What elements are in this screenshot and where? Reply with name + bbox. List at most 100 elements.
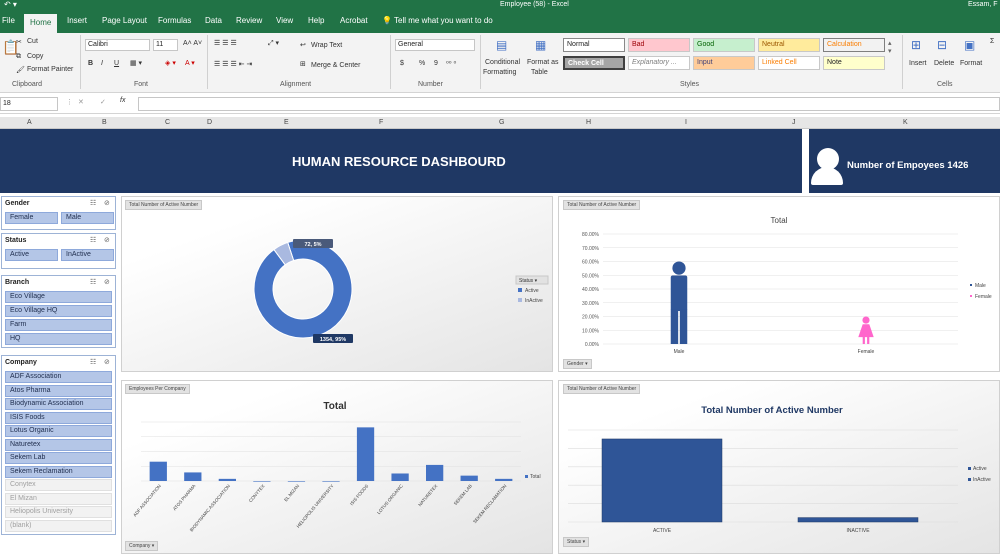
slicer-item-company[interactable]: Biodynamic Association bbox=[5, 398, 112, 410]
underline-button[interactable]: U bbox=[114, 60, 119, 67]
style-check-cell[interactable]: Check Cell bbox=[563, 56, 625, 70]
clear-filter-icon[interactable]: ⊘ bbox=[104, 278, 110, 286]
slicer-item-eco-village[interactable]: Eco Village bbox=[5, 291, 112, 303]
col-e[interactable]: E bbox=[284, 119, 289, 126]
col-i[interactable]: I bbox=[685, 119, 687, 126]
tell-me-search[interactable]: Tell me what you want to do bbox=[394, 16, 493, 25]
slicer-item-company[interactable]: Sekem Reclamation bbox=[5, 465, 112, 478]
slicer-item-company[interactable]: Heliopolis University bbox=[5, 506, 112, 518]
status-filter-button[interactable]: Status ▾ bbox=[563, 537, 590, 547]
col-f[interactable]: F bbox=[379, 119, 383, 126]
col-b[interactable]: B bbox=[102, 119, 107, 126]
merge-center-button[interactable]: Merge & Center bbox=[311, 62, 360, 69]
col-d[interactable]: D bbox=[207, 119, 212, 126]
tab-help[interactable]: Help bbox=[308, 16, 324, 25]
insert-cells-button[interactable]: Insert bbox=[909, 60, 927, 67]
slicer-item-eco-village-hq[interactable]: Eco Village HQ bbox=[5, 305, 112, 317]
format-cells-button[interactable]: Format bbox=[960, 60, 982, 67]
tab-home[interactable]: Home bbox=[24, 14, 58, 33]
style-normal[interactable]: Normal bbox=[563, 38, 625, 52]
sum-icon[interactable]: Σ bbox=[990, 38, 994, 45]
slicer-item-company[interactable]: Conytex bbox=[5, 479, 112, 491]
styles-more-icon[interactable]: ▴ ▾ bbox=[888, 39, 892, 55]
comma-button[interactable]: 9 bbox=[434, 60, 438, 67]
bold-button[interactable]: B bbox=[88, 60, 93, 67]
fx-icon[interactable]: fx bbox=[120, 97, 125, 104]
formula-input[interactable] bbox=[138, 97, 1000, 111]
style-note[interactable]: Note bbox=[823, 56, 885, 70]
user-name[interactable]: Essam, F bbox=[968, 1, 998, 8]
borders-icon[interactable]: ▦ ▾ bbox=[130, 59, 142, 67]
style-linked-cell[interactable]: Linked Cell bbox=[758, 56, 820, 70]
tab-insert[interactable]: Insert bbox=[67, 16, 87, 25]
slicer-item-company[interactable]: (blank) bbox=[5, 519, 112, 532]
slicer-item-company[interactable]: Lotus Organic bbox=[5, 425, 112, 437]
slicer-item-company[interactable]: El Mizan bbox=[5, 492, 112, 505]
clear-filter-icon[interactable]: ⊘ bbox=[104, 358, 110, 366]
format-table-label-1[interactable]: Format as bbox=[527, 59, 559, 66]
slicer-item-company[interactable]: Atos Pharma bbox=[5, 384, 112, 397]
company-filter-button[interactable]: Company ▾ bbox=[125, 541, 159, 551]
cut-icon[interactable]: ✂ bbox=[16, 38, 22, 46]
wrap-text-button[interactable]: Wrap Text bbox=[311, 42, 342, 49]
font-size-select[interactable]: 11 bbox=[153, 39, 178, 51]
slicer-item-hq[interactable]: HQ bbox=[5, 333, 112, 345]
tab-data[interactable]: Data bbox=[205, 16, 222, 25]
slicer-item-female[interactable]: Female bbox=[5, 212, 58, 224]
decimal-icon[interactable]: ⁰⁰ ⁰ bbox=[446, 60, 456, 68]
col-c[interactable]: C bbox=[165, 119, 170, 126]
conditional-formatting-label-2[interactable]: Formatting bbox=[483, 69, 516, 76]
col-j[interactable]: J bbox=[792, 119, 796, 126]
copy-button[interactable]: Copy bbox=[27, 53, 43, 60]
col-h[interactable]: H bbox=[586, 119, 591, 126]
col-a[interactable]: A bbox=[27, 119, 32, 126]
tab-acrobat[interactable]: Acrobat bbox=[340, 16, 368, 25]
italic-button[interactable]: I bbox=[101, 60, 103, 67]
style-good[interactable]: Good bbox=[693, 38, 755, 52]
align-top-icon[interactable]: ☰ ☰ ☰ bbox=[214, 39, 237, 47]
tab-formulas[interactable]: Formulas bbox=[158, 16, 191, 25]
orientation-icon[interactable]: ⤢ ▾ bbox=[268, 39, 279, 48]
undo-icon[interactable]: ↶ ▾ bbox=[4, 0, 17, 9]
slicer-item-male[interactable]: Male bbox=[61, 212, 114, 224]
align-left-icon[interactable]: ☰ ☰ ☰ ⇤ ⇥ bbox=[214, 60, 252, 68]
col-g[interactable]: G bbox=[499, 119, 504, 126]
percent-button[interactable]: % bbox=[419, 60, 425, 67]
fill-color-icon[interactable]: ◈ ▾ bbox=[165, 59, 176, 67]
copy-icon[interactable]: ⧉ bbox=[16, 53, 21, 61]
multi-select-icon[interactable]: ☷ bbox=[90, 358, 96, 366]
slicer-item-company[interactable]: ISIS Foods bbox=[5, 411, 112, 424]
cut-button[interactable]: Cut bbox=[27, 38, 38, 45]
multi-select-icon[interactable]: ☷ bbox=[90, 199, 96, 207]
name-box[interactable]: 18 bbox=[0, 97, 58, 111]
slicer-item-company[interactable]: Sekem Lab bbox=[5, 452, 112, 464]
insert-cells-icon[interactable]: ⊞ bbox=[911, 38, 921, 52]
style-neutral[interactable]: Neutral bbox=[758, 38, 820, 52]
conditional-formatting-label-1[interactable]: Conditional bbox=[485, 59, 520, 66]
clear-filter-icon[interactable]: ⊘ bbox=[104, 199, 110, 207]
font-name-select[interactable]: Calibri bbox=[85, 39, 150, 51]
slicer-item-active[interactable]: Active bbox=[5, 249, 58, 261]
grow-font-icon[interactable]: A˄ A˅ bbox=[183, 40, 202, 47]
enter-icon[interactable]: ✓ bbox=[100, 98, 106, 106]
gender-filter-button[interactable]: Gender ▾ bbox=[563, 359, 592, 369]
style-bad[interactable]: Bad bbox=[628, 38, 690, 52]
slicer-item-company[interactable]: ADF Association bbox=[5, 371, 112, 383]
number-format-select[interactable]: General bbox=[395, 39, 475, 51]
format-painter-button[interactable]: Format Painter bbox=[27, 66, 73, 73]
currency-button[interactable]: $ bbox=[400, 60, 404, 67]
format-table-icon[interactable]: ▦ bbox=[535, 38, 546, 52]
delete-cells-icon[interactable]: ⊟ bbox=[937, 38, 947, 52]
tab-review[interactable]: Review bbox=[236, 16, 262, 25]
delete-cells-button[interactable]: Delete bbox=[934, 60, 954, 67]
format-table-label-2[interactable]: Table bbox=[531, 69, 548, 76]
style-input[interactable]: Input bbox=[693, 56, 755, 70]
multi-select-icon[interactable]: ☷ bbox=[90, 278, 96, 286]
font-color-icon[interactable]: A ▾ bbox=[185, 59, 195, 67]
style-explanatory[interactable]: Explanatory ... bbox=[628, 56, 690, 70]
clear-filter-icon[interactable]: ⊘ bbox=[104, 236, 110, 244]
tab-view[interactable]: View bbox=[276, 16, 293, 25]
tab-page-layout[interactable]: Page Layout bbox=[102, 16, 147, 25]
col-k[interactable]: K bbox=[903, 119, 908, 126]
tab-file[interactable]: File bbox=[2, 16, 15, 25]
